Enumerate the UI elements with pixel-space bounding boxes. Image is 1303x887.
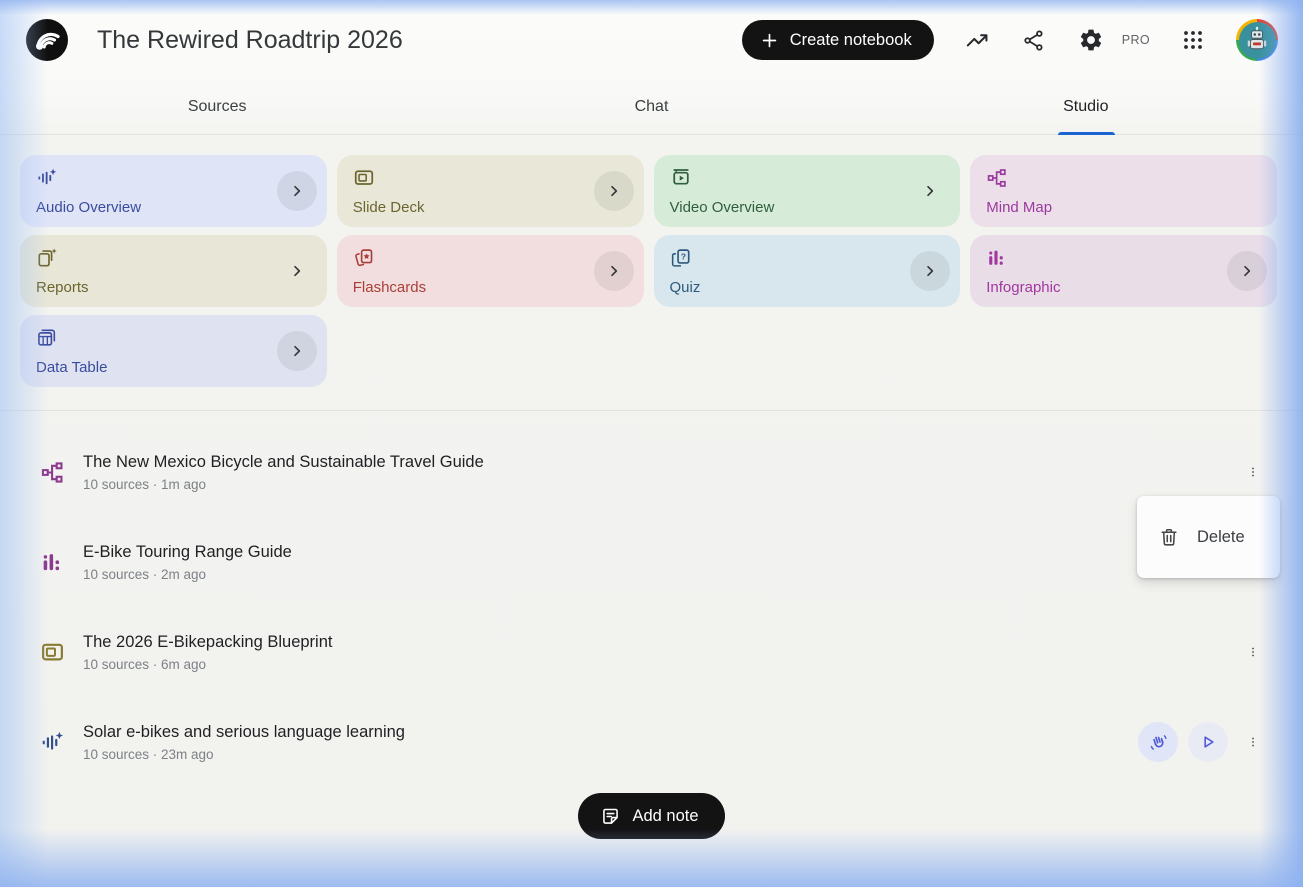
mind-map-icon bbox=[986, 167, 1008, 189]
account-avatar[interactable] bbox=[1236, 19, 1278, 61]
interactive-mode-button[interactable] bbox=[1138, 722, 1178, 762]
card-flashcards[interactable]: Flashcards bbox=[337, 235, 644, 307]
avatar-robot-image bbox=[1239, 22, 1276, 59]
active-tab-indicator bbox=[1058, 132, 1115, 135]
infographic-bars-icon bbox=[40, 550, 65, 575]
chevron-right-icon[interactable] bbox=[910, 251, 950, 291]
card-label: Quiz bbox=[670, 279, 701, 296]
video-overview-icon bbox=[670, 167, 692, 189]
card-label: Audio Overview bbox=[36, 199, 141, 216]
chevron-right-icon[interactable] bbox=[594, 251, 634, 291]
list-item-audio-overview[interactable]: Solar e-bikes and serious language learn… bbox=[24, 697, 1279, 787]
card-video-overview[interactable]: Video Overview bbox=[654, 155, 961, 227]
svg-text:?: ? bbox=[680, 252, 685, 262]
studio-items-list: The New Mexico Bicycle and Sustainable T… bbox=[0, 411, 1303, 787]
add-note-row: Add note bbox=[0, 793, 1303, 839]
item-meta: 10 sources · 6m ago bbox=[83, 657, 332, 672]
item-meta: 10 sources · 1m ago bbox=[83, 477, 484, 492]
delete-label: Delete bbox=[1197, 528, 1245, 547]
chevron-right-icon[interactable] bbox=[277, 331, 317, 371]
notebooklm-logo-icon[interactable] bbox=[26, 19, 68, 61]
delete-menu-item[interactable]: Delete bbox=[1137, 526, 1280, 548]
note-icon bbox=[600, 806, 621, 827]
more-options-icon[interactable] bbox=[1241, 632, 1265, 672]
card-data-table[interactable]: Data Table bbox=[20, 315, 327, 387]
create-notebook-button[interactable]: Create notebook bbox=[742, 20, 934, 60]
item-meta: 10 sources · 2m ago bbox=[83, 567, 292, 582]
analytics-icon[interactable] bbox=[963, 26, 991, 54]
more-options-icon[interactable] bbox=[1241, 452, 1265, 492]
item-title: The 2026 E-Bikepacking Blueprint bbox=[83, 633, 332, 652]
tab-studio[interactable]: Studio bbox=[869, 98, 1303, 116]
audio-waveform-sparkle-icon bbox=[40, 730, 65, 755]
card-slide-deck[interactable]: Slide Deck bbox=[337, 155, 644, 227]
card-infographic[interactable]: Infographic bbox=[970, 235, 1277, 307]
card-label: Data Table bbox=[36, 359, 107, 376]
quiz-cards-icon: ? bbox=[670, 247, 692, 269]
item-title: Solar e-bikes and serious language learn… bbox=[83, 723, 405, 742]
create-notebook-label: Create notebook bbox=[790, 31, 912, 50]
share-icon[interactable] bbox=[1020, 26, 1048, 54]
chevron-right-icon[interactable] bbox=[1227, 251, 1267, 291]
data-table-icon bbox=[36, 327, 58, 349]
plus-icon bbox=[760, 31, 779, 50]
infographic-bars-icon bbox=[986, 247, 1008, 269]
tab-bar: Sources Chat Studio bbox=[0, 80, 1303, 135]
card-label: Mind Map bbox=[986, 199, 1052, 216]
studio-card-grid: Audio Overview Slide Deck Video Overview bbox=[0, 135, 1290, 387]
card-mind-map[interactable]: Mind Map bbox=[970, 155, 1277, 227]
mind-map-icon bbox=[40, 460, 65, 485]
play-button[interactable] bbox=[1188, 722, 1228, 762]
settings-gear-icon[interactable] bbox=[1077, 26, 1105, 54]
add-note-label: Add note bbox=[632, 807, 698, 826]
apps-grid-icon[interactable] bbox=[1179, 26, 1207, 54]
card-label: Slide Deck bbox=[353, 199, 425, 216]
card-quiz[interactable]: ? Quiz bbox=[654, 235, 961, 307]
list-item-slide-deck[interactable]: The 2026 E-Bikepacking Blueprint 10 sour… bbox=[24, 607, 1279, 697]
chevron-right-icon[interactable] bbox=[277, 171, 317, 211]
card-reports[interactable]: Reports bbox=[20, 235, 327, 307]
chevron-right-icon[interactable] bbox=[594, 171, 634, 211]
more-options-icon[interactable] bbox=[1241, 722, 1265, 762]
slide-deck-icon bbox=[40, 640, 65, 665]
list-item-infographic[interactable]: E-Bike Touring Range Guide 10 sources · … bbox=[24, 517, 1279, 607]
tab-chat[interactable]: Chat bbox=[434, 98, 868, 116]
context-menu: Delete bbox=[1137, 496, 1280, 578]
card-label: Flashcards bbox=[353, 279, 426, 296]
item-title: E-Bike Touring Range Guide bbox=[83, 543, 292, 562]
card-label: Reports bbox=[36, 279, 89, 296]
pro-badge: PRO bbox=[1122, 33, 1150, 47]
card-label: Video Overview bbox=[670, 199, 775, 216]
flashcards-star-icon bbox=[353, 247, 375, 269]
list-item-mind-map[interactable]: The New Mexico Bicycle and Sustainable T… bbox=[24, 427, 1279, 517]
waving-hand-icon bbox=[1148, 732, 1169, 753]
header-actions: Create notebook PRO bbox=[742, 19, 1278, 61]
notebook-title[interactable]: The Rewired Roadtrip 2026 bbox=[97, 26, 403, 55]
app-header: The Rewired Roadtrip 2026 Create noteboo… bbox=[0, 0, 1303, 80]
tab-sources[interactable]: Sources bbox=[0, 98, 434, 116]
trash-icon bbox=[1158, 526, 1180, 548]
reports-sparkle-icon bbox=[36, 247, 58, 269]
play-icon bbox=[1198, 732, 1218, 752]
audio-waveform-sparkle-icon bbox=[36, 167, 58, 189]
card-audio-overview[interactable]: Audio Overview bbox=[20, 155, 327, 227]
chevron-right-icon[interactable] bbox=[277, 251, 317, 291]
card-label: Infographic bbox=[986, 279, 1060, 296]
item-title: The New Mexico Bicycle and Sustainable T… bbox=[83, 453, 484, 472]
item-meta: 10 sources · 23m ago bbox=[83, 747, 405, 762]
slide-deck-icon bbox=[353, 167, 375, 189]
add-note-button[interactable]: Add note bbox=[578, 793, 724, 839]
chevron-right-icon[interactable] bbox=[910, 171, 950, 211]
